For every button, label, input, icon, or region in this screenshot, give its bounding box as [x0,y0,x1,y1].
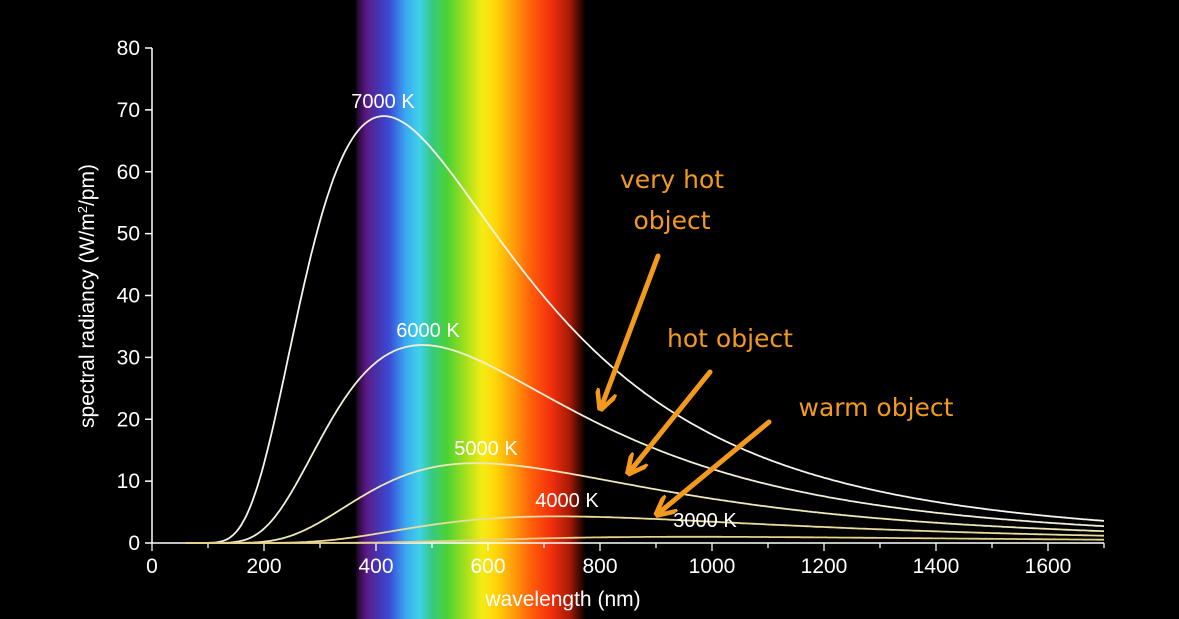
y-tick-label: 80 [117,37,140,60]
axes: 010203040506070800 200 400 600 800 1000 1200 14… [117,37,1105,578]
annotation-text: warm object [799,393,954,422]
y-axis-title-sup: 2 [75,206,90,213]
x-tick-label: 1000 [689,555,736,578]
x-tick-label: 800 [582,555,617,578]
annotations: very hot object hot object warm object [602,165,954,512]
x-tick-label: 1200 [801,555,848,578]
curve-label-5000k: 5000 K [454,438,518,460]
y-tick-label: 10 [117,470,140,493]
x-tick-label: 400 [358,555,393,578]
y-tick-label: 30 [117,346,140,369]
annotation-text: hot object [667,324,793,353]
annotation-text: very hot [620,165,724,194]
curve-label-7000k: 7000 K [351,91,415,113]
x-tick-label: 1600 [1025,555,1072,578]
y-tick-label: 0 [128,532,140,555]
x-tick-label: 1400 [913,555,960,578]
curve-label-3000k: 3000 K [673,510,737,532]
curve-label-6000k: 6000 K [396,320,460,342]
y-tick-label: 50 [117,223,140,246]
y-tick-label: 70 [117,99,140,122]
series-line-5000k [185,462,1105,544]
curve-label-4000k: 4000 K [535,490,599,512]
y-axis-title-tail: /pm) [76,164,99,206]
radiancy-chart: 010203040506070800 200 400 600 800 1000 1200 14… [75,0,1105,619]
y-axis-title-main: spectral radiancy (W/m [76,213,99,428]
y-tick-label: 60 [117,161,140,184]
y-tick-label: 40 [117,285,140,308]
series-line-6000k [185,344,1105,544]
annotation-text: object [633,206,710,235]
x-tick-label: 0 [146,555,158,578]
x-tick-label: 600 [470,555,505,578]
y-tick-label: 20 [117,408,140,431]
x-axis-title: wavelength (nm) [484,588,640,611]
x-tick-label: 200 [246,555,281,578]
y-axis-title: spectral radiancy (W/m2/pm) [75,164,100,428]
